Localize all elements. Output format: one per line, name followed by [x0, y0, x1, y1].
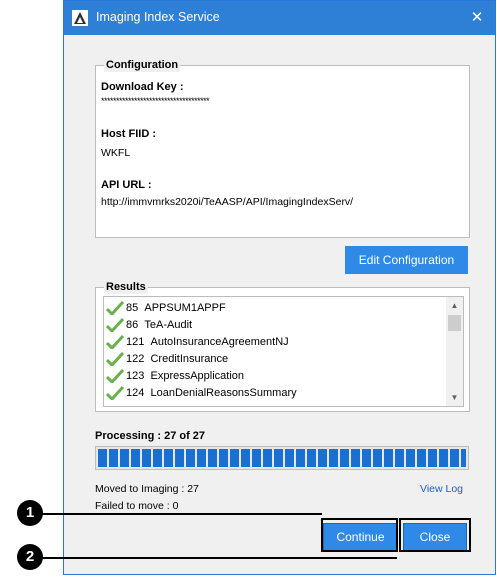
item-id: 121 — [126, 336, 145, 348]
title-bar[interactable]: Imaging Index Service ✕ — [64, 1, 495, 35]
list-item[interactable]: 121 AutoInsuranceAgreementNJ — [106, 334, 289, 351]
dialog-window: Imaging Index Service ✕ Configuration Do… — [63, 0, 496, 575]
callout-leader-line-2 — [32, 557, 397, 559]
list-item[interactable]: 86 TeA-Audit — [106, 317, 192, 334]
scrollbar-thumb[interactable] — [448, 315, 461, 331]
item-name: AutoInsuranceAgreementNJ — [150, 336, 289, 348]
results-legend: Results — [104, 280, 148, 294]
item-name: LoanDenialReasonsSummary — [150, 387, 297, 399]
item-id: 124 — [126, 387, 145, 399]
check-icon — [106, 369, 124, 384]
window-title: Imaging Index Service — [96, 10, 220, 24]
failed-count: Failed to move : 0 — [95, 500, 179, 512]
callout-highlight-close — [399, 518, 471, 552]
item-name: ExpressApplication — [150, 370, 245, 382]
host-fiid-label: Host FIID : — [101, 128, 156, 140]
list-item[interactable]: 124 LoanDenialReasonsSummary — [106, 385, 297, 402]
item-name: CreditInsurance — [150, 353, 229, 365]
callout-badge-1: 1 — [17, 500, 43, 526]
item-id: 86 — [126, 319, 139, 331]
progress-bar — [95, 446, 469, 470]
vertical-scrollbar[interactable]: ▲ ▼ — [446, 297, 463, 406]
configuration-legend: Configuration — [104, 58, 181, 72]
list-item[interactable]: 85 APPSUM1APPF — [106, 300, 226, 317]
results-group: Results 85 APPSUM1APPF 86 TeA-Audit 121 … — [95, 280, 470, 412]
check-icon — [106, 301, 124, 316]
configuration-group: Configuration Download Key : ***********… — [95, 58, 470, 238]
progress-fill — [98, 449, 466, 467]
scroll-down-icon[interactable]: ▼ — [446, 389, 463, 406]
item-id: 122 — [126, 353, 145, 365]
item-id: 123 — [126, 370, 145, 382]
host-fiid-value: WKFL — [101, 147, 131, 159]
list-item[interactable]: 123 ExpressApplication — [106, 368, 244, 385]
callout-leader-line-1 — [32, 513, 322, 515]
callout-highlight-continue — [321, 518, 398, 552]
view-log-link[interactable]: View Log — [420, 483, 463, 495]
app-logo-icon — [72, 10, 88, 26]
list-item[interactable]: 122 CreditInsurance — [106, 351, 228, 368]
check-icon — [106, 318, 124, 333]
download-key-value: ************************************ — [101, 96, 210, 106]
edit-configuration-button[interactable]: Edit Configuration — [345, 246, 468, 274]
download-key-label: Download Key : — [101, 81, 184, 93]
results-list[interactable]: 85 APPSUM1APPF 86 TeA-Audit 121 AutoInsu… — [103, 296, 464, 407]
check-icon — [106, 352, 124, 367]
item-name: APPSUM1APPF — [144, 302, 226, 314]
check-icon — [106, 335, 124, 350]
item-id: 85 — [126, 302, 139, 314]
check-icon — [106, 386, 124, 401]
processing-label: Processing : 27 of 27 — [95, 430, 206, 442]
item-name: TeA-Audit — [144, 319, 193, 331]
api-url-value: http://immvmrks2020i/TeAASP/API/ImagingI… — [101, 196, 354, 208]
callout-badge-2: 2 — [17, 544, 43, 570]
scroll-up-icon[interactable]: ▲ — [446, 297, 463, 314]
api-url-label: API URL : — [101, 179, 152, 191]
close-icon[interactable]: ✕ — [466, 7, 488, 29]
moved-count: Moved to Imaging : 27 — [95, 483, 199, 495]
